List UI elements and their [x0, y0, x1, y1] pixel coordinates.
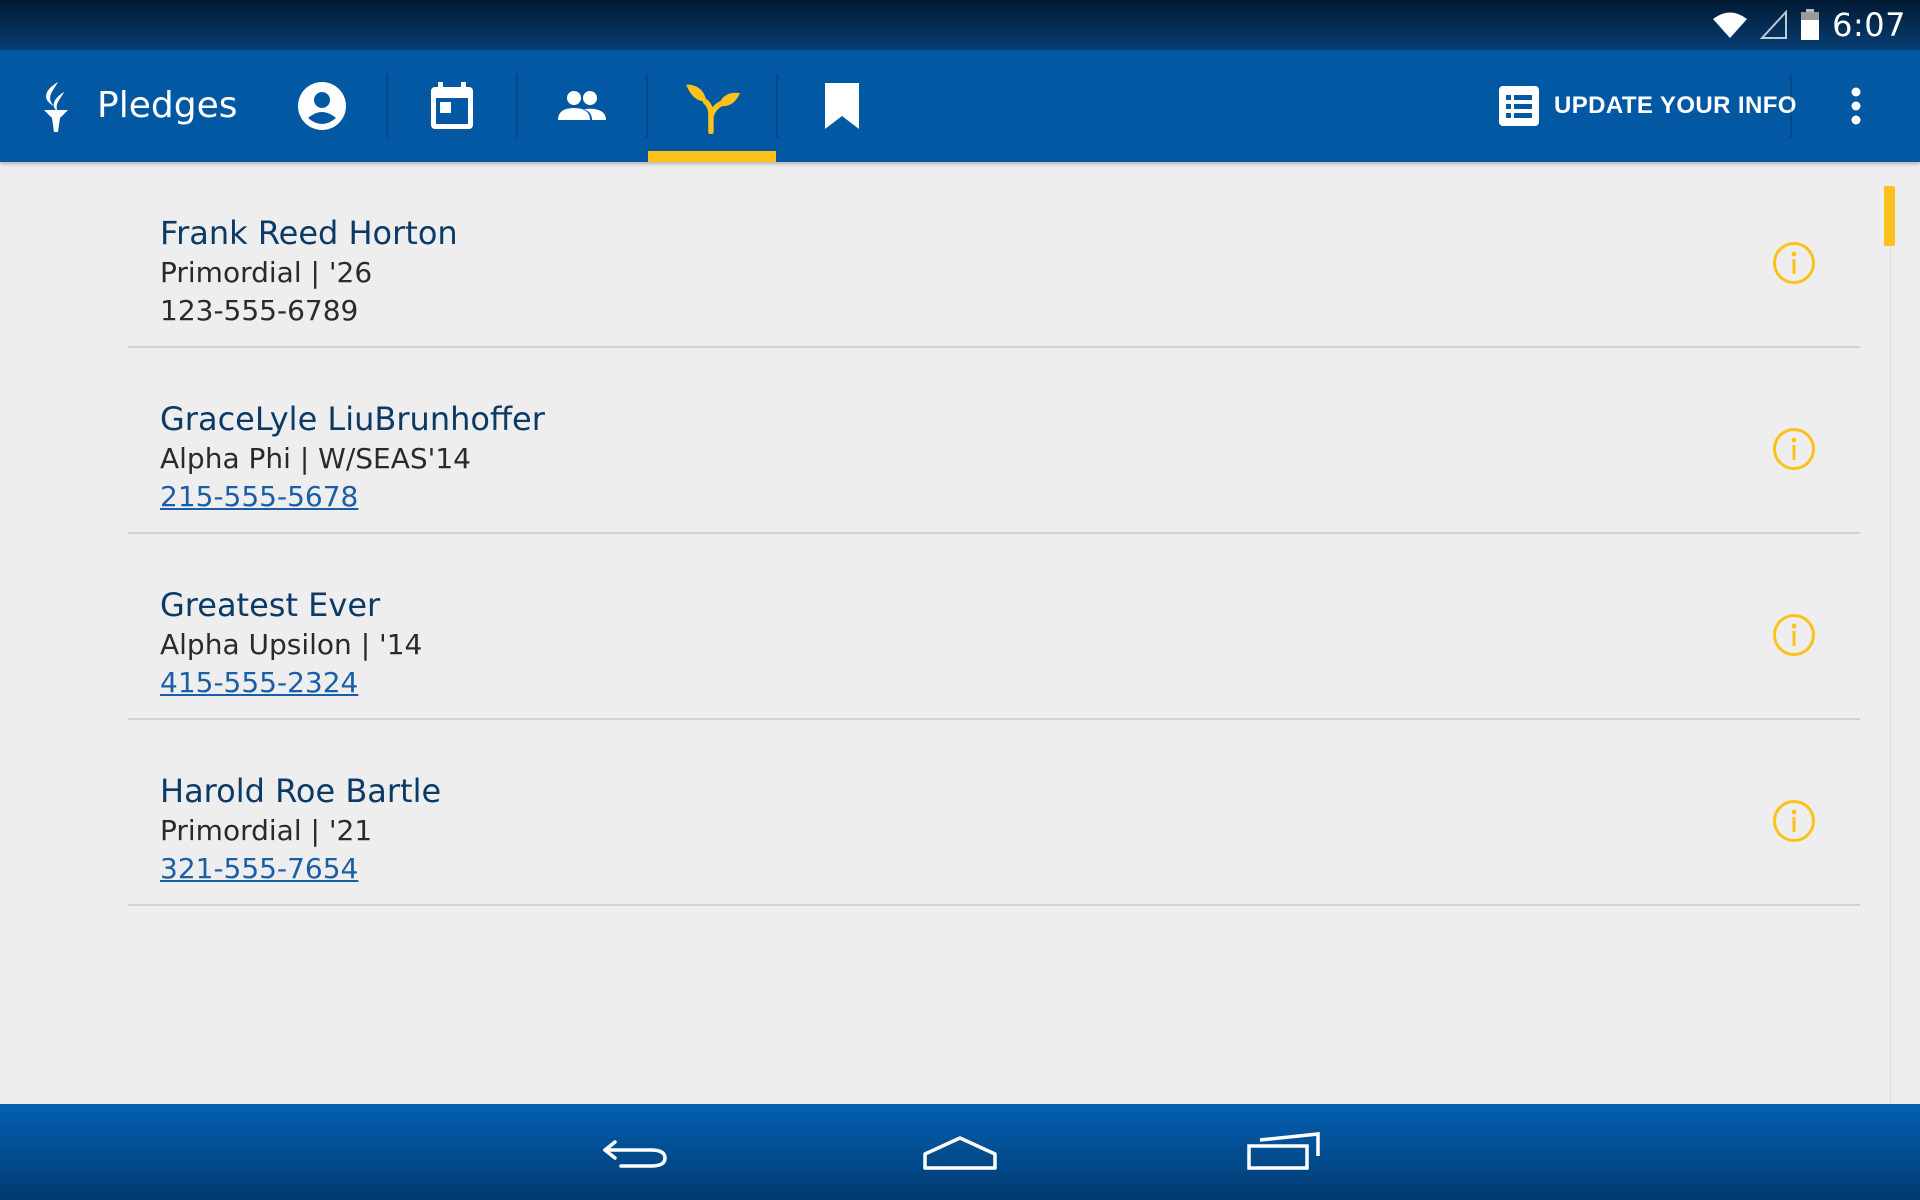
wifi-icon — [1713, 12, 1748, 38]
pledges-list-area[interactable]: Frank Reed Horton Primordial | '26 123-5… — [0, 162, 1920, 1104]
recent-apps-button[interactable] — [1236, 1124, 1332, 1180]
list-item[interactable]: GraceLyle LiuBrunhoffer Alpha Phi | W/SE… — [128, 348, 1860, 534]
scrollbar-track — [1890, 246, 1891, 1104]
pledge-name: Harold Roe Bartle — [160, 772, 442, 810]
list-item[interactable]: Greatest Ever Alpha Upsilon | '14 415-55… — [128, 534, 1860, 720]
list-icon — [1499, 86, 1539, 126]
cell-signal-icon — [1760, 10, 1788, 39]
selected-tab-indicator — [648, 151, 776, 162]
pledge-phone-link[interactable]: 321-555-7654 — [160, 852, 358, 885]
pledge-chapter-year: Alpha Upsilon | '14 — [160, 628, 423, 661]
status-time: 6:07 — [1832, 6, 1906, 44]
tab-pledges[interactable] — [648, 50, 776, 162]
torch-logo — [44, 82, 68, 132]
tab-calendar[interactable] — [388, 50, 516, 162]
pledge-chapter-year: Primordial | '21 — [160, 814, 373, 847]
info-icon[interactable] — [1772, 613, 1816, 657]
tab-members[interactable] — [518, 50, 646, 162]
people-icon — [558, 91, 606, 120]
toolbar-divider — [1790, 74, 1792, 138]
update-your-info-label: UPDATE YOUR INFO — [1554, 92, 1797, 119]
list-item[interactable]: Harold Roe Bartle Primordial | '21 321-5… — [128, 720, 1860, 906]
tab-bookmarks[interactable] — [778, 50, 906, 162]
page-title: Pledges — [97, 85, 238, 126]
list-item[interactable]: Frank Reed Horton Primordial | '26 123-5… — [128, 162, 1860, 348]
pledge-chapter-year: Primordial | '26 — [160, 256, 373, 289]
app-bar: Pledges UPDATE YOUR INFO — [0, 50, 1920, 162]
more-vert-icon — [1851, 87, 1861, 125]
pledge-name: GraceLyle LiuBrunhoffer — [160, 400, 545, 438]
info-icon[interactable] — [1772, 427, 1816, 471]
pledge-name: Frank Reed Horton — [160, 214, 458, 252]
tab-profile[interactable] — [258, 50, 386, 162]
back-icon — [603, 1140, 667, 1168]
back-button[interactable] — [588, 1124, 684, 1180]
status-bar: 6:07 — [0, 0, 1920, 50]
pledge-phone-link[interactable]: 415-555-2324 — [160, 666, 358, 699]
update-your-info-button[interactable]: UPDATE YOUR INFO — [1498, 50, 1797, 162]
pledges-list: Frank Reed Horton Primordial | '26 123-5… — [128, 162, 1860, 906]
battery-icon — [1801, 9, 1820, 40]
info-icon[interactable] — [1772, 799, 1816, 843]
pledge-name: Greatest Ever — [160, 586, 381, 624]
system-nav-bar — [0, 1104, 1920, 1200]
calendar-icon — [431, 82, 473, 129]
home-button[interactable] — [912, 1124, 1008, 1180]
home-icon — [923, 1136, 997, 1170]
account-circle-icon — [298, 82, 346, 130]
info-icon[interactable] — [1772, 241, 1816, 285]
status-icons: 6:07 — [1712, 0, 1906, 50]
recent-apps-icon — [1247, 1132, 1320, 1170]
overflow-menu-button[interactable] — [1836, 78, 1876, 134]
pledge-phone: 123-555-6789 — [160, 294, 359, 327]
bookmark-icon — [825, 83, 859, 129]
sprout-icon — [686, 84, 740, 134]
scrollbar-thumb[interactable] — [1884, 186, 1895, 246]
pledge-chapter-year: Alpha Phi | W/SEAS'14 — [160, 442, 471, 475]
pledge-phone-link[interactable]: 215-555-5678 — [160, 480, 358, 513]
